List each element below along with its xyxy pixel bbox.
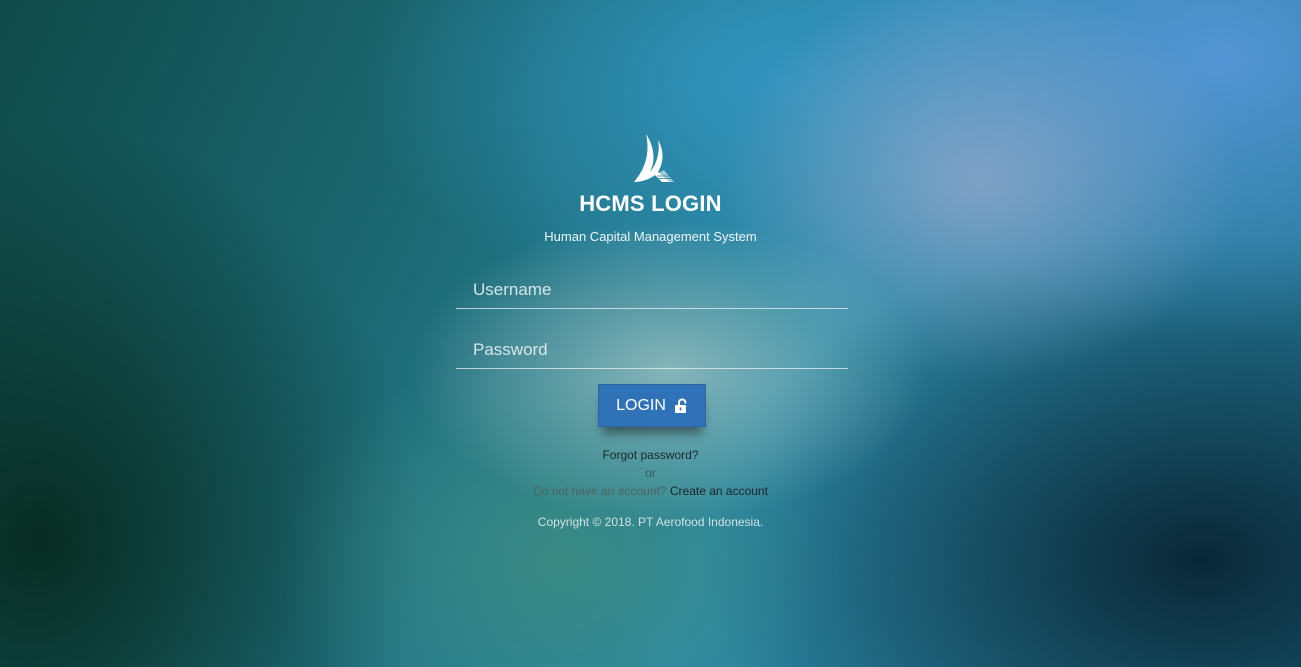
login-button[interactable]: LOGIN [598,384,706,427]
aerofood-logo-icon [634,134,674,182]
or-separator: or [645,466,656,480]
username-input[interactable] [456,272,848,308]
no-account-text: Do not have an account? [533,484,667,498]
page-title: HCMS LOGIN [579,191,722,216]
username-field-container [456,272,848,309]
login-button-label: LOGIN [616,396,666,414]
password-input[interactable] [456,332,848,368]
create-account-link[interactable]: Create an account [670,484,768,498]
copyright-text: Copyright © 2018. PT Aerofood Indonesia. [537,515,764,529]
forgot-password-row: Forgot password? [0,448,1301,462]
unlock-icon [674,397,687,413]
password-field-container [456,332,848,369]
forgot-password-link[interactable]: Forgot password? [602,448,698,462]
login-panel: HCMS LOGIN Human Capital Management Syst… [0,0,1301,667]
page-subtitle: Human Capital Management System [544,229,757,244]
signup-row: Do not have an account? Create an accoun… [0,484,1301,498]
